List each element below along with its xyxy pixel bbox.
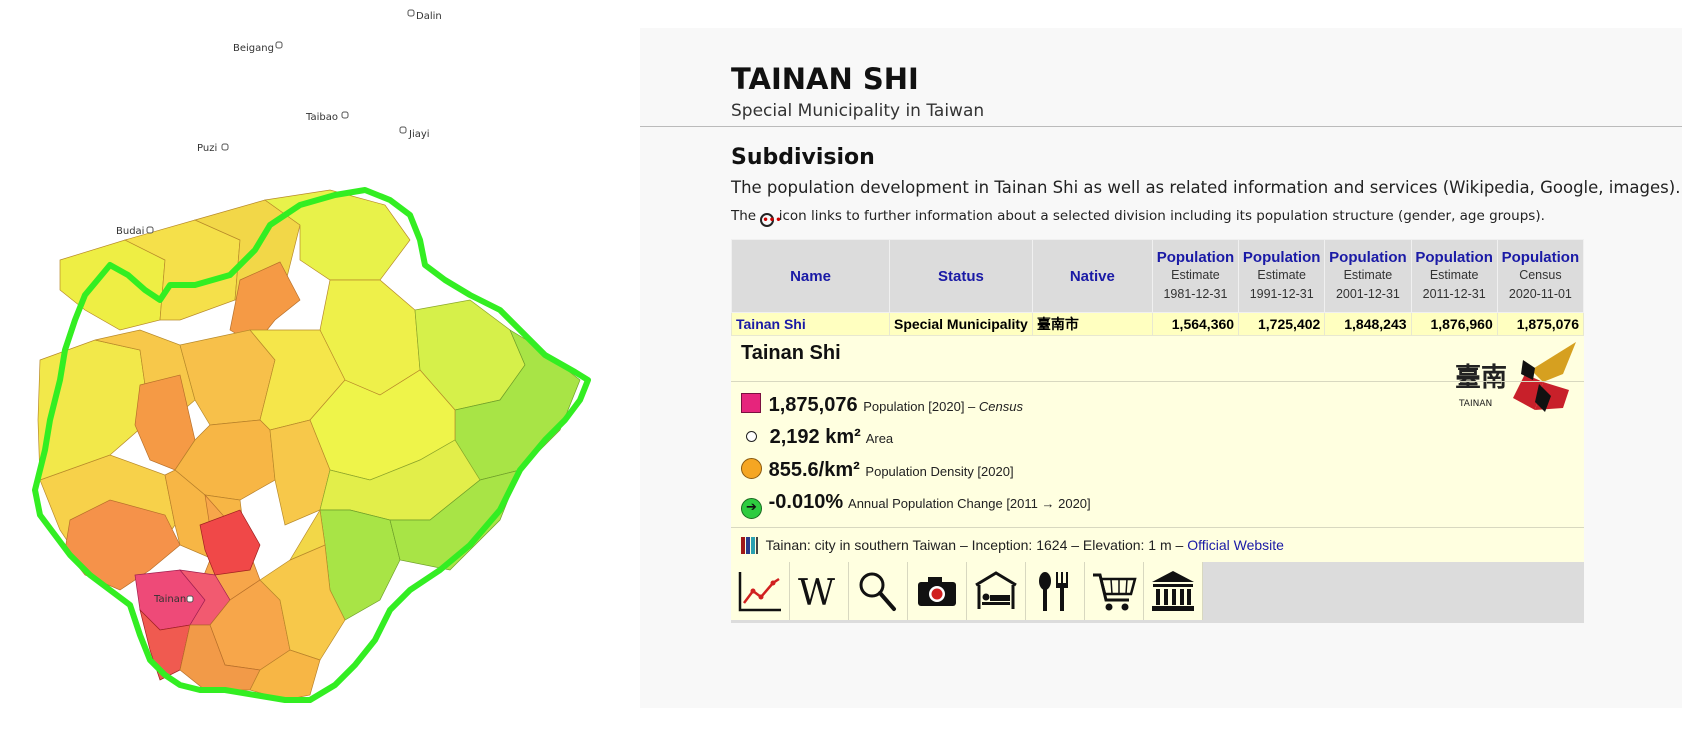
cell-name[interactable]: Tainan Shi bbox=[731, 312, 890, 336]
note-text-before: The bbox=[731, 208, 757, 224]
change-label: Annual Population Change [2011 → 2020] bbox=[848, 496, 1091, 511]
col-date: 2020-11-01 bbox=[1508, 286, 1572, 301]
col-date: 2011-12-31 bbox=[1422, 286, 1486, 301]
search-button[interactable] bbox=[849, 562, 908, 620]
cell-pop-1981: 1,564,360 bbox=[1151, 312, 1240, 336]
change-arrow-icon: ➔ bbox=[741, 498, 762, 519]
shopping-button[interactable] bbox=[1085, 562, 1144, 620]
more-info-icon: ••• bbox=[760, 213, 782, 227]
stat-area: 2,192 km² Area bbox=[741, 426, 893, 449]
official-website-link[interactable]: Official Website bbox=[1187, 537, 1284, 553]
museum-icon bbox=[1152, 571, 1194, 611]
museums-button[interactable] bbox=[1144, 562, 1203, 620]
col-kind: Estimate bbox=[1257, 267, 1306, 282]
change-value: -0.010% bbox=[768, 491, 844, 513]
town-label-puzi: Puzi bbox=[197, 143, 217, 154]
cell-pop-2011: 1,876,960 bbox=[1410, 312, 1498, 336]
col-header-pop-1981[interactable]: Population Estimate 1981-12-31 bbox=[1151, 239, 1240, 313]
detail-title: Tainan Shi bbox=[741, 342, 841, 364]
population-value: 1,875,076 bbox=[768, 394, 858, 416]
col-label: Population bbox=[1501, 248, 1580, 266]
population-table: Name Status Native Population Estimate 1… bbox=[731, 239, 1585, 336]
col-label: Population bbox=[1242, 248, 1321, 266]
cell-pop-2001: 1,848,243 bbox=[1324, 312, 1412, 336]
col-kind: Estimate bbox=[1429, 267, 1479, 282]
section-intro: The population development in Tainan Shi… bbox=[731, 178, 1681, 197]
table-header-row: Name Status Native Population Estimate 1… bbox=[731, 239, 1585, 313]
density-value: 855.6/km² bbox=[768, 459, 860, 481]
town-label-tainan: Tainan bbox=[153, 594, 186, 605]
detail-divider-top bbox=[731, 381, 1584, 382]
stat-density: 855.6/km² Population Density [2020] bbox=[741, 458, 1014, 482]
population-label: Population [2020] – bbox=[863, 399, 976, 414]
hotel-icon bbox=[975, 571, 1017, 609]
chart-icon bbox=[738, 572, 781, 612]
col-kind: Estimate bbox=[1343, 267, 1393, 282]
cell-native: 臺南市 bbox=[1031, 312, 1153, 336]
hotels-button[interactable] bbox=[967, 562, 1026, 620]
col-header-name[interactable]: Name bbox=[731, 239, 890, 313]
service-icon-bar: W bbox=[731, 562, 1584, 623]
shopping-cart-icon bbox=[1093, 573, 1137, 611]
detail-divider-bottom bbox=[731, 527, 1584, 528]
area-label: Area bbox=[865, 431, 894, 446]
camera-icon bbox=[918, 577, 956, 606]
col-header-status[interactable]: Status bbox=[889, 239, 1033, 313]
detail-panel: Tainan Shi 臺南 TAINAN 1,875,076 Populatio… bbox=[731, 336, 1584, 623]
description-text: Tainan: city in southern Taiwan – Incept… bbox=[765, 537, 1184, 553]
page-title: TAINAN SHI bbox=[731, 62, 919, 96]
note-text-after: icon links to further information about … bbox=[778, 208, 1545, 224]
col-label: Population bbox=[1156, 248, 1235, 266]
search-icon bbox=[859, 572, 896, 611]
map-districts[interactable] bbox=[37, 189, 581, 701]
area-value: 2,192 km² bbox=[769, 426, 861, 448]
cell-status: Special Municipality bbox=[889, 312, 1033, 336]
col-date: 2001-12-31 bbox=[1335, 286, 1400, 301]
header-divider bbox=[640, 126, 1682, 127]
town-label-jiayi: Jiayi bbox=[408, 129, 430, 140]
col-header-pop-1991[interactable]: Population Estimate 1991-12-31 bbox=[1238, 239, 1326, 313]
col-kind: Estimate bbox=[1171, 267, 1220, 282]
cell-pop-1991: 1,725,402 bbox=[1238, 312, 1326, 336]
stat-population: 1,875,076 Population [2020] – Census bbox=[741, 393, 1023, 417]
restaurants-button[interactable] bbox=[1026, 562, 1085, 620]
town-label-taibao: Taibao bbox=[305, 112, 338, 123]
town-label-budai: Budai bbox=[116, 226, 144, 237]
population-swatch-icon bbox=[741, 393, 761, 413]
svg-text:W: W bbox=[798, 573, 835, 613]
tainan-logo: 臺南 TAINAN bbox=[1455, 342, 1576, 412]
col-header-pop-2001[interactable]: Population Estimate 2001-12-31 bbox=[1324, 239, 1412, 313]
col-header-native[interactable]: Native bbox=[1031, 239, 1153, 313]
section-title: Subdivision bbox=[731, 145, 875, 170]
density-label: Population Density [2020] bbox=[865, 464, 1014, 479]
page-subtitle: Special Municipality in Taiwan bbox=[731, 101, 985, 121]
town-label-dalin: Dalin bbox=[416, 11, 442, 22]
cell-pop-2020: 1,875,076 bbox=[1496, 312, 1585, 336]
col-date: 1981-12-31 bbox=[1163, 286, 1228, 301]
table-row[interactable]: Tainan Shi Special Municipality 臺南市 1,56… bbox=[731, 312, 1585, 336]
stat-change: ➔ -0.010% Annual Population Change [2011… bbox=[741, 491, 1091, 519]
section-note: The ••• icon links to further informatio… bbox=[731, 208, 1545, 227]
books-icon bbox=[741, 537, 758, 557]
area-circle-icon bbox=[746, 431, 757, 442]
chart-button[interactable] bbox=[731, 562, 790, 620]
col-kind: Census bbox=[1519, 267, 1562, 282]
col-label: Population bbox=[1329, 248, 1407, 266]
col-label: Population bbox=[1415, 248, 1493, 266]
col-date: 1991-12-31 bbox=[1249, 286, 1314, 301]
col-header-pop-2020[interactable]: Population Census 2020-11-01 bbox=[1496, 239, 1585, 313]
restaurant-icon bbox=[1039, 572, 1068, 611]
col-header-pop-2011[interactable]: Population Estimate 2011-12-31 bbox=[1410, 239, 1498, 313]
logo-text: TAINAN bbox=[1458, 399, 1492, 409]
population-source: Census bbox=[978, 399, 1023, 414]
wikipedia-icon: W bbox=[798, 573, 835, 613]
logo-chars: 臺南 bbox=[1455, 363, 1507, 393]
density-circle-icon bbox=[741, 458, 762, 479]
town-label-beigang: Beigang bbox=[233, 43, 274, 54]
subdivision-map[interactable]: Dalin Beigang Taibao Jiayi Puzi Budai Ta… bbox=[0, 0, 640, 730]
info-panel: TAINAN SHI Special Municipality in Taiwa… bbox=[640, 28, 1682, 708]
images-button[interactable] bbox=[908, 562, 967, 620]
wikipedia-button[interactable]: W bbox=[790, 562, 849, 620]
description-line: Tainan: city in southern Taiwan – Incept… bbox=[741, 537, 1284, 557]
